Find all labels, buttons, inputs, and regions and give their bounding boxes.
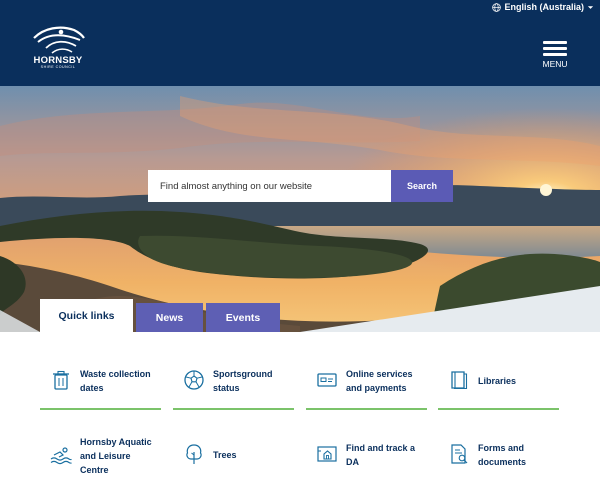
book-icon xyxy=(451,371,468,390)
underline xyxy=(173,408,294,410)
menu-label: MENU xyxy=(542,59,568,69)
hero-landscape-image xyxy=(0,86,600,332)
language-label: English (Australia) xyxy=(504,2,584,12)
tree-icon xyxy=(186,444,202,464)
caret-down-icon xyxy=(587,5,594,9)
hamburger-bar xyxy=(543,53,567,56)
payment-card-icon xyxy=(317,373,337,387)
hamburger-icon xyxy=(543,41,567,44)
swimmer-icon xyxy=(50,447,72,465)
quick-link-label: Trees xyxy=(213,450,237,460)
tab-events[interactable]: Events xyxy=(206,303,280,332)
quick-link-label: Online services and payments xyxy=(346,369,413,393)
bin-icon xyxy=(53,370,69,390)
hero-banner: Search xyxy=(0,86,600,332)
house-plan-icon xyxy=(317,446,337,462)
tab-quick-links[interactable]: Quick links xyxy=(40,299,133,332)
search-bar: Search xyxy=(148,170,453,202)
quick-link-label: Waste collection dates xyxy=(80,369,151,393)
council-logo[interactable]: HORNSBY SHIRE COUNCIL xyxy=(30,26,86,70)
underline xyxy=(438,408,559,410)
document-search-icon xyxy=(451,444,468,464)
quick-link-label: Sportsground status xyxy=(213,369,273,393)
hamburger-bar xyxy=(543,47,567,50)
underline xyxy=(306,408,427,410)
menu-button[interactable]: MENU xyxy=(540,38,570,72)
soccer-ball-icon xyxy=(184,370,204,390)
content-tabs: Quick links News Events xyxy=(40,299,280,332)
search-button[interactable]: Search xyxy=(391,170,453,202)
globe-icon xyxy=(492,2,502,12)
logo-mark-icon xyxy=(33,26,85,54)
quick-link-label: Libraries xyxy=(478,376,517,386)
language-selector[interactable]: English (Australia) xyxy=(492,2,594,12)
site-header: English (Australia) HORNSBY SHIRE COUNCI… xyxy=(0,0,600,86)
search-input[interactable] xyxy=(148,170,391,202)
underline xyxy=(40,408,161,410)
logo-subtitle: SHIRE COUNCIL xyxy=(40,65,76,69)
quick-link-label: Forms and documents xyxy=(478,443,527,467)
quick-link-label: Hornsby Aquatic and Leisure Centre xyxy=(80,437,152,475)
tab-news[interactable]: News xyxy=(136,303,203,332)
quick-link-label: Find and track a DA xyxy=(346,443,416,467)
